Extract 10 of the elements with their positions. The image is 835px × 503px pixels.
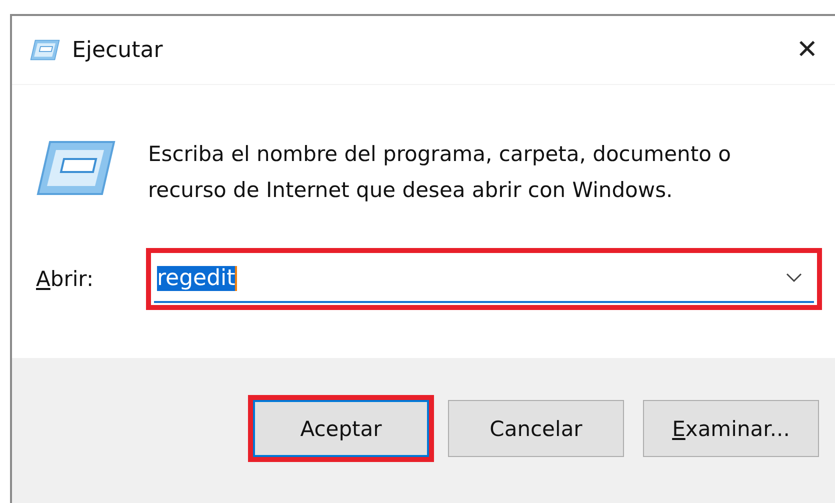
- instruction-text: Escriba el nombre del programa, carpeta, documento o recurso de Internet que desea abrir con Windows.: [148, 141, 732, 204]
- dialog-button[interactable]: Cancelar: [448, 400, 624, 457]
- window-title: Ejecutar: [72, 38, 164, 62]
- dialog-button[interactable]: Aceptar: [253, 400, 429, 457]
- close-button[interactable]: ✕: [786, 35, 835, 65]
- chevron-down-icon[interactable]: [786, 273, 802, 283]
- run-icon: [36, 140, 116, 196]
- run-icon: [30, 39, 60, 61]
- open-label: Abrir:: [36, 267, 95, 291]
- dialog-button[interactable]: Examinar...: [643, 400, 819, 457]
